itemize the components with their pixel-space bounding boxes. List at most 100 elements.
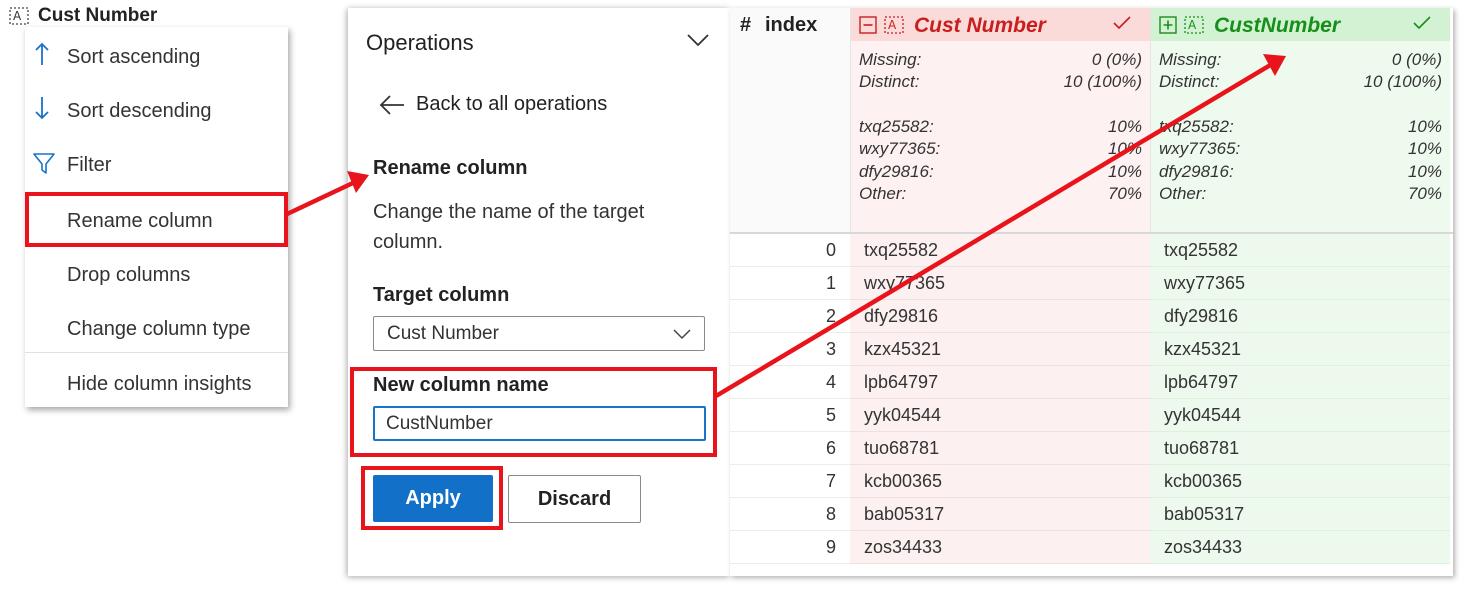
data-grid: # index A Cust Number Missing: 0 (0%) Di… bbox=[730, 8, 1453, 576]
added-column-cell[interactable]: yyk04544 bbox=[1150, 399, 1450, 432]
removed-column-cell[interactable]: dfy29816 bbox=[850, 300, 1150, 333]
chevron-down-icon[interactable] bbox=[686, 32, 710, 53]
top-value-share: 70% bbox=[1107, 184, 1142, 203]
index-cell: 0 bbox=[730, 234, 850, 267]
removed-column-cell[interactable]: bab05317 bbox=[850, 498, 1150, 531]
table-row[interactable]: 2 dfy29816 dfy29816 bbox=[730, 300, 1453, 333]
menu-item-sort-ascending[interactable]: Sort ascending bbox=[25, 33, 288, 77]
distinct-value: 10 (100%) bbox=[1063, 72, 1142, 91]
table-row[interactable]: 5 yyk04544 yyk04544 bbox=[730, 399, 1453, 432]
menu-item-drop-columns[interactable]: Drop columns bbox=[25, 251, 288, 295]
removed-column-cell[interactable]: txq25582 bbox=[850, 234, 1150, 267]
table-row[interactable]: 4 lpb64797 lpb64797 bbox=[730, 366, 1453, 399]
index-cell: 7 bbox=[730, 465, 850, 498]
top-value-share: 10% bbox=[1107, 117, 1142, 136]
index-value: 7 bbox=[825, 471, 836, 491]
menu-item-change-column-type[interactable]: Change column type bbox=[25, 305, 288, 349]
removed-column-cell[interactable]: kcb00365 bbox=[850, 465, 1150, 498]
distinct-value: 10 (100%) bbox=[1363, 72, 1442, 91]
index-value: 6 bbox=[825, 438, 836, 458]
cell-value: yyk04544 bbox=[1164, 405, 1242, 425]
table-row[interactable]: 1 wxy77365 wxy77365 bbox=[730, 267, 1453, 300]
top-value-share: 10% bbox=[1107, 162, 1142, 181]
removed-column-cell[interactable]: lpb64797 bbox=[850, 366, 1150, 399]
minus-box-icon bbox=[859, 16, 877, 39]
index-value: 0 bbox=[825, 240, 836, 260]
added-column-cell[interactable]: tuo68781 bbox=[1150, 432, 1450, 465]
index-value: 5 bbox=[825, 405, 836, 425]
added-column-cell[interactable]: lpb64797 bbox=[1150, 366, 1450, 399]
menu-item-filter[interactable]: Filter bbox=[25, 141, 288, 185]
cell-value: zos34433 bbox=[1164, 537, 1243, 557]
arrow-up-icon bbox=[33, 39, 57, 69]
top-value-label: txq25582: bbox=[859, 117, 934, 136]
menu-item-label: Change column type bbox=[67, 318, 251, 340]
menu-item-hide-column-insights[interactable]: Hide column insights bbox=[25, 360, 288, 404]
cell-value: tuo68781 bbox=[1164, 438, 1240, 458]
index-cell: 1 bbox=[730, 267, 850, 300]
column-header-title: Cust Number bbox=[38, 5, 158, 26]
index-cell: 9 bbox=[730, 531, 850, 564]
removed-column-cell[interactable]: zos34433 bbox=[850, 531, 1150, 564]
table-row[interactable]: 7 kcb00365 kcb00365 bbox=[730, 465, 1453, 498]
removed-column-cell[interactable]: tuo68781 bbox=[850, 432, 1150, 465]
top-value-share: 10% bbox=[1407, 162, 1442, 181]
removed-column-cell[interactable]: wxy77365 bbox=[850, 267, 1150, 300]
cell-value: kzx45321 bbox=[864, 339, 942, 359]
arrow-left-icon bbox=[378, 93, 406, 122]
target-column-select[interactable]: Cust Number bbox=[373, 316, 705, 351]
index-value: 1 bbox=[825, 273, 836, 293]
removed-column-cell[interactable]: yyk04544 bbox=[850, 399, 1150, 432]
removed-column-name: Cust Number bbox=[914, 14, 1046, 37]
added-column-cell[interactable]: bab05317 bbox=[1150, 498, 1450, 531]
menu-divider bbox=[25, 352, 288, 353]
rename-highlight-box bbox=[25, 192, 288, 247]
chevron-down-icon bbox=[672, 327, 692, 345]
cell-value: kcb00365 bbox=[864, 471, 943, 491]
cell-value: wxy77365 bbox=[864, 273, 946, 293]
menu-item-sort-descending[interactable]: Sort descending bbox=[25, 87, 288, 131]
menu-item-label: Sort descending bbox=[67, 100, 212, 122]
index-value: 8 bbox=[825, 504, 836, 524]
discard-button[interactable]: Discard bbox=[508, 475, 641, 523]
table-row[interactable]: 3 kzx45321 kzx45321 bbox=[730, 333, 1453, 366]
index-cell: 2 bbox=[730, 300, 850, 333]
svg-text:A: A bbox=[1188, 18, 1197, 32]
plus-box-icon bbox=[1159, 16, 1177, 39]
index-value: 9 bbox=[825, 537, 836, 557]
added-column-name: CustNumber bbox=[1214, 14, 1341, 37]
table-row[interactable]: 0 txq25582 txq25582 bbox=[730, 234, 1453, 267]
top-value-label: Other: bbox=[859, 184, 907, 203]
added-column-cell[interactable]: kzx45321 bbox=[1150, 333, 1450, 366]
missing-label: Missing: bbox=[1159, 50, 1222, 69]
arrow-down-icon bbox=[33, 93, 57, 123]
column-header-chip[interactable]: A Cust Number bbox=[0, 0, 180, 30]
top-value-label: txq25582: bbox=[1159, 117, 1234, 136]
added-column-cell[interactable]: zos34433 bbox=[1150, 531, 1450, 564]
top-value-label: Other: bbox=[1159, 184, 1207, 203]
cell-value: bab05317 bbox=[1164, 504, 1245, 524]
added-column-cell[interactable]: kcb00365 bbox=[1150, 465, 1450, 498]
table-row[interactable]: 9 zos34433 zos34433 bbox=[730, 531, 1453, 564]
cell-value: bab05317 bbox=[864, 504, 945, 524]
table-row[interactable]: 6 tuo68781 tuo68781 bbox=[730, 432, 1453, 465]
table-row[interactable]: 8 bab05317 bab05317 bbox=[730, 498, 1453, 531]
cell-value: wxy77365 bbox=[1164, 273, 1246, 293]
added-column-cell[interactable]: dfy29816 bbox=[1150, 300, 1450, 333]
cell-value: kcb00365 bbox=[1164, 471, 1243, 491]
index-value: 4 bbox=[825, 372, 836, 392]
cell-value: tuo68781 bbox=[864, 438, 940, 458]
menu-item-label: Sort ascending bbox=[67, 46, 201, 68]
added-column-cell[interactable]: wxy77365 bbox=[1150, 267, 1450, 300]
added-column-header[interactable]: A CustNumber Missing: 0 (0%) Distinct: 1… bbox=[1150, 8, 1450, 233]
section-description: Change the name of the target column. bbox=[373, 201, 645, 253]
removed-column-header[interactable]: A Cust Number Missing: 0 (0%) Distinct: … bbox=[850, 8, 1150, 233]
removed-column-cell[interactable]: kzx45321 bbox=[850, 333, 1150, 366]
index-column-header[interactable]: # index bbox=[730, 8, 850, 233]
index-cell: 3 bbox=[730, 333, 850, 366]
top-value-share: 10% bbox=[1107, 139, 1142, 158]
svg-text:A: A bbox=[888, 18, 897, 32]
top-value-label: dfy29816: bbox=[859, 162, 934, 181]
checkmark-icon bbox=[1112, 15, 1132, 36]
added-column-cell[interactable]: txq25582 bbox=[1150, 234, 1450, 267]
